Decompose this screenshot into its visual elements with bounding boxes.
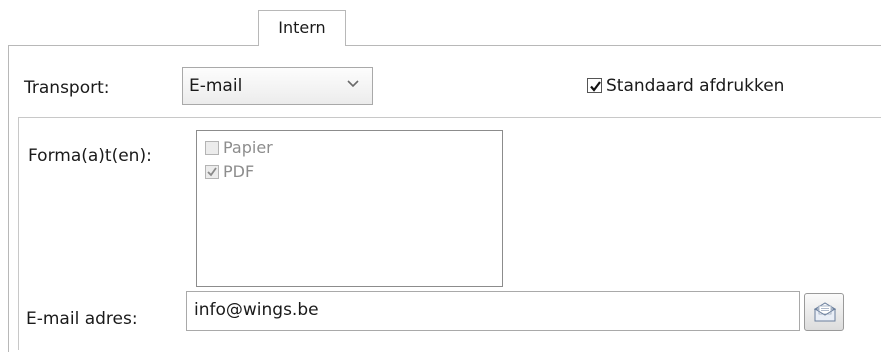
checkmark-icon (590, 81, 601, 92)
email-label: E-mail adres: (26, 309, 138, 329)
transport-select-value: E-mail (189, 76, 243, 96)
tab-intern-label: Intern (278, 18, 326, 37)
email-field[interactable]: info@wings.be (186, 291, 800, 331)
format-pdf-checkbox[interactable] (205, 165, 219, 179)
formats-label: Forma(a)t(en): (28, 146, 152, 166)
print-default-label: Standaard afdrukken (606, 76, 785, 96)
transport-label: Transport: (24, 78, 110, 98)
checkmark-icon (207, 167, 217, 177)
chevron-down-icon (347, 80, 359, 88)
transport-select[interactable]: E-mail (182, 67, 373, 105)
formats-listbox[interactable]: Papier PDF (196, 130, 503, 287)
tab-intern[interactable]: Intern (258, 10, 346, 46)
email-field-value: info@wings.be (194, 300, 319, 320)
format-papier-checkbox[interactable] (205, 141, 219, 155)
format-papier-label: Papier (223, 138, 273, 157)
send-mail-button[interactable] (804, 293, 844, 331)
format-pdf-label: PDF (223, 162, 255, 181)
print-default-checkbox[interactable] (587, 78, 602, 93)
mail-envelope-icon (814, 302, 836, 322)
